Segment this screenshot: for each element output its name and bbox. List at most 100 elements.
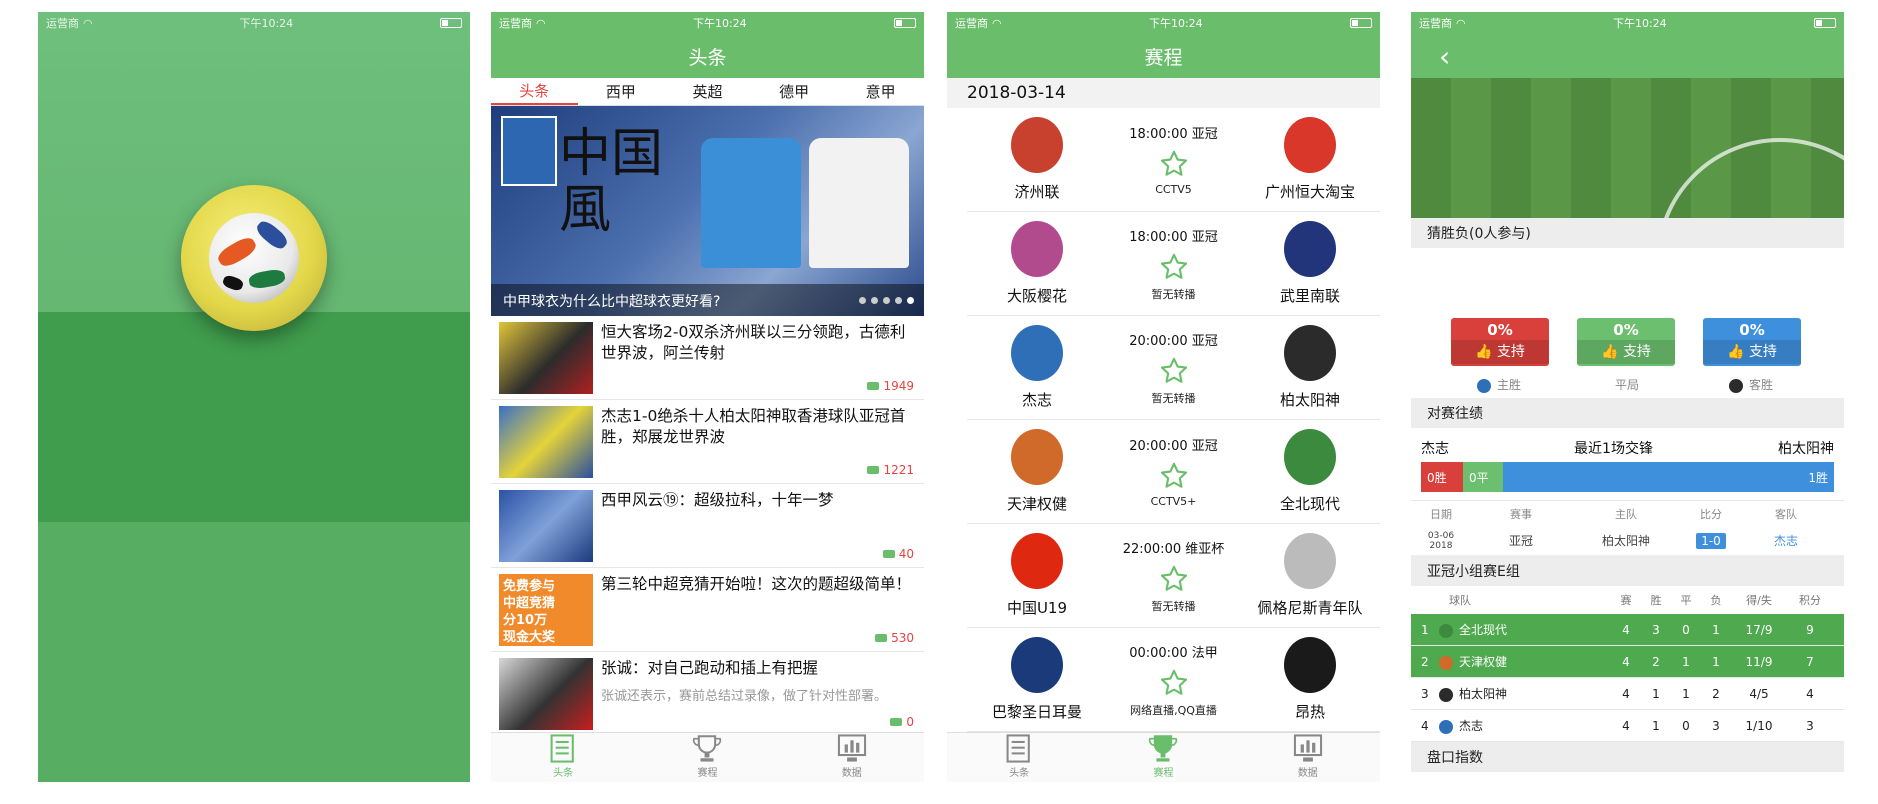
news-item[interactable]: 西甲风云⑲：超级拉科，十年一梦 40 [491, 484, 924, 568]
standings-row[interactable]: 1 全北现代 4 3 0 1 17/9 9 [1411, 614, 1844, 646]
tabbar-news[interactable]: 头条 [947, 733, 1091, 782]
promo-line: 现金大奖 [503, 630, 556, 645]
match-row[interactable]: 杰志 20:00:00 亚冠 暂无转播柏太阳神 [967, 316, 1380, 420]
away-team-name: 柏太阳神 [1279, 391, 1340, 409]
match-time-comp: 00:00:00 法甲 [1129, 642, 1218, 661]
vote-home-support: 👍 支持 [1451, 340, 1549, 364]
record-date-year: 2018 [1429, 540, 1453, 551]
banner-carousel[interactable]: 中国風 中甲球衣为什么比中超球衣更好看? [491, 106, 924, 316]
tab-serie-a[interactable]: 意甲 [837, 78, 924, 105]
away-team: 广州恒大淘宝 [1240, 117, 1380, 202]
match-row[interactable]: 中国U19 22:00:00 维亚杯 暂无转播 佩格尼斯青年队 [967, 524, 1380, 628]
team-badge-icon [1439, 687, 1453, 702]
standings-rank: 3 [1421, 687, 1429, 701]
news-screen: 运营商 ◠ 下午10:24 头条 头条 西甲 英超 德甲 意甲 中国風 中甲球衣为… [491, 12, 924, 782]
comment-count: 530 [875, 631, 914, 645]
record-loss: 1胜 [1503, 462, 1834, 492]
tabbar-schedule-label: 赛程 [697, 768, 718, 779]
team-badge-icon [1439, 623, 1453, 638]
vote-away-button[interactable]: 0% 👍 支持 [1703, 318, 1801, 366]
star-icon[interactable] [1160, 253, 1188, 280]
comment-count: 40 [882, 547, 914, 561]
match-row[interactable]: 大阪樱花 18:00:00 亚冠 暂无转播 武里南联 [967, 212, 1380, 316]
standings-row[interactable]: 2 天津权健 4 2 1 1 11/9 7 [1411, 646, 1844, 678]
battery-icon [894, 18, 916, 28]
standings-team: 全北现代 [1459, 623, 1508, 637]
match-row[interactable]: 济州联 18:00:00 亚冠 CCTV5 广州恒大淘宝 [967, 108, 1380, 212]
col-lost: 负 [1710, 594, 1722, 607]
tab-laliga[interactable]: 西甲 [578, 78, 665, 105]
record-score: 1-0 [1696, 532, 1726, 549]
tabbar-data[interactable]: 数据 [1236, 733, 1380, 782]
tabbar-schedule[interactable]: 赛程 [635, 733, 779, 782]
vote-draw-label: 支持 [1622, 344, 1651, 360]
col-score: 比分 [1700, 507, 1722, 521]
news-item[interactable]: 张诚：对自己跑动和插上有把握 张诚还表示，赛前总结过录像，做了针对性部署。 0 [491, 652, 924, 736]
match-competition: 亚冠 [1191, 439, 1218, 454]
tab-headlines[interactable]: 头条 [491, 78, 578, 105]
page-title: 赛程 [1144, 46, 1183, 69]
comment-count-value: 530 [891, 631, 914, 645]
record-row[interactable]: 03-06 2018 亚冠 柏太阳神 1-0 杰志 [1411, 526, 1844, 556]
star-icon[interactable] [1160, 565, 1188, 592]
comment-count: 0 [890, 715, 914, 729]
match-time-comp: 18:00:00 亚冠 [1129, 226, 1218, 245]
record-score-cell: 1-0 [1681, 532, 1741, 549]
standings-row[interactable]: 4 杰志 4 1 0 3 1/10 3 [1411, 710, 1844, 742]
draw-label: 平局 [1615, 378, 1640, 392]
standings-drawn: 1 [1682, 654, 1690, 669]
group-table-header: 球队 赛 胜 平 负 得/失 积分 [1411, 586, 1844, 614]
match-time: 00:00:00 [1129, 645, 1188, 661]
tabbar-schedule[interactable]: 赛程 [1091, 733, 1235, 782]
standings-played: 4 [1622, 622, 1630, 637]
record-comp: 亚冠 [1508, 534, 1533, 548]
home-team-name: 天津权健 [1006, 495, 1067, 513]
match-info: 22:00:00 维亚杯 暂无转播 [1107, 538, 1240, 614]
battery-icon [440, 18, 462, 28]
away-team-badge-icon [1284, 117, 1336, 173]
home-win-label: 主胜 [1477, 376, 1521, 393]
tab-premier-league[interactable]: 英超 [664, 78, 751, 105]
broadcast-info: 暂无转播 [1151, 599, 1196, 613]
star-icon[interactable] [1160, 357, 1188, 384]
away-team: 全北现代 [1240, 429, 1380, 514]
vote-draw-button[interactable]: 0% 👍 支持 [1577, 318, 1675, 366]
news-item[interactable]: 免费参与 中超竞猜 分10万 现金大奖 第三轮中超竞猜开始啦！这次的题超级简单！… [491, 568, 924, 652]
news-item[interactable]: 杰志1-0绝杀十人柏太阳神取香港球队亚冠首胜，郑展龙世界波 1221 [491, 400, 924, 484]
col-away: 客队 [1775, 507, 1797, 521]
home-team: 大阪樱花 [967, 221, 1107, 306]
away-team-badge-icon [1284, 533, 1336, 589]
star-icon[interactable] [1160, 462, 1188, 489]
broadcast-info: CCTV5+ [1150, 495, 1197, 508]
record-away-team: 柏太阳神 [1777, 441, 1834, 457]
match-row[interactable]: 巴黎圣日耳曼 00:00:00 法甲 网络直播,QQ直播 昂热 [967, 628, 1380, 732]
col-points: 积分 [1799, 594, 1821, 607]
vote-home-button[interactable]: 0% 👍 支持 [1451, 318, 1549, 366]
match-row[interactable]: 天津权健 20:00:00 亚冠 CCTV5+ 全北现代 [967, 420, 1380, 524]
record-home: 柏太阳神 [1601, 534, 1650, 548]
match-info: 20:00:00 亚冠 暂无转播 [1107, 330, 1240, 406]
match-competition: 亚冠 [1191, 229, 1218, 245]
away-team-name: 昂热 [1294, 703, 1325, 721]
tabbar-data[interactable]: 数据 [780, 733, 924, 782]
standings-goals: 4/5 [1749, 686, 1769, 701]
home-team: 济州联 [967, 117, 1107, 202]
news-item[interactable]: 恒大客场2-0双杀济州联以三分领跑，古德利世界波，阿兰传射 1949 [491, 316, 924, 400]
tabbar-data-label: 数据 [841, 768, 862, 779]
tabbar-news[interactable]: 头条 [491, 733, 635, 782]
col-team: 球队 [1449, 594, 1471, 607]
standings-won: 1 [1652, 718, 1660, 733]
back-arrow-icon[interactable]: ‹ [1439, 40, 1450, 73]
wifi-icon: ◠ [536, 16, 546, 30]
tab-bundesliga[interactable]: 德甲 [751, 78, 838, 105]
away-win-text: 客胜 [1749, 378, 1774, 392]
tab-bar: 头条 赛程 数据 [947, 732, 1380, 782]
trophy-icon [693, 735, 722, 762]
standings-team-cell: 3 柏太阳神 [1411, 685, 1611, 702]
star-icon[interactable] [1160, 669, 1188, 696]
star-icon[interactable] [1160, 150, 1188, 177]
home-team-name: 杰志 [1021, 391, 1052, 409]
away-team-name: 武里南联 [1279, 287, 1340, 305]
standings-row[interactable]: 3 柏太阳神 4 1 1 2 4/5 4 [1411, 678, 1844, 710]
white-jersey-image [809, 138, 909, 268]
